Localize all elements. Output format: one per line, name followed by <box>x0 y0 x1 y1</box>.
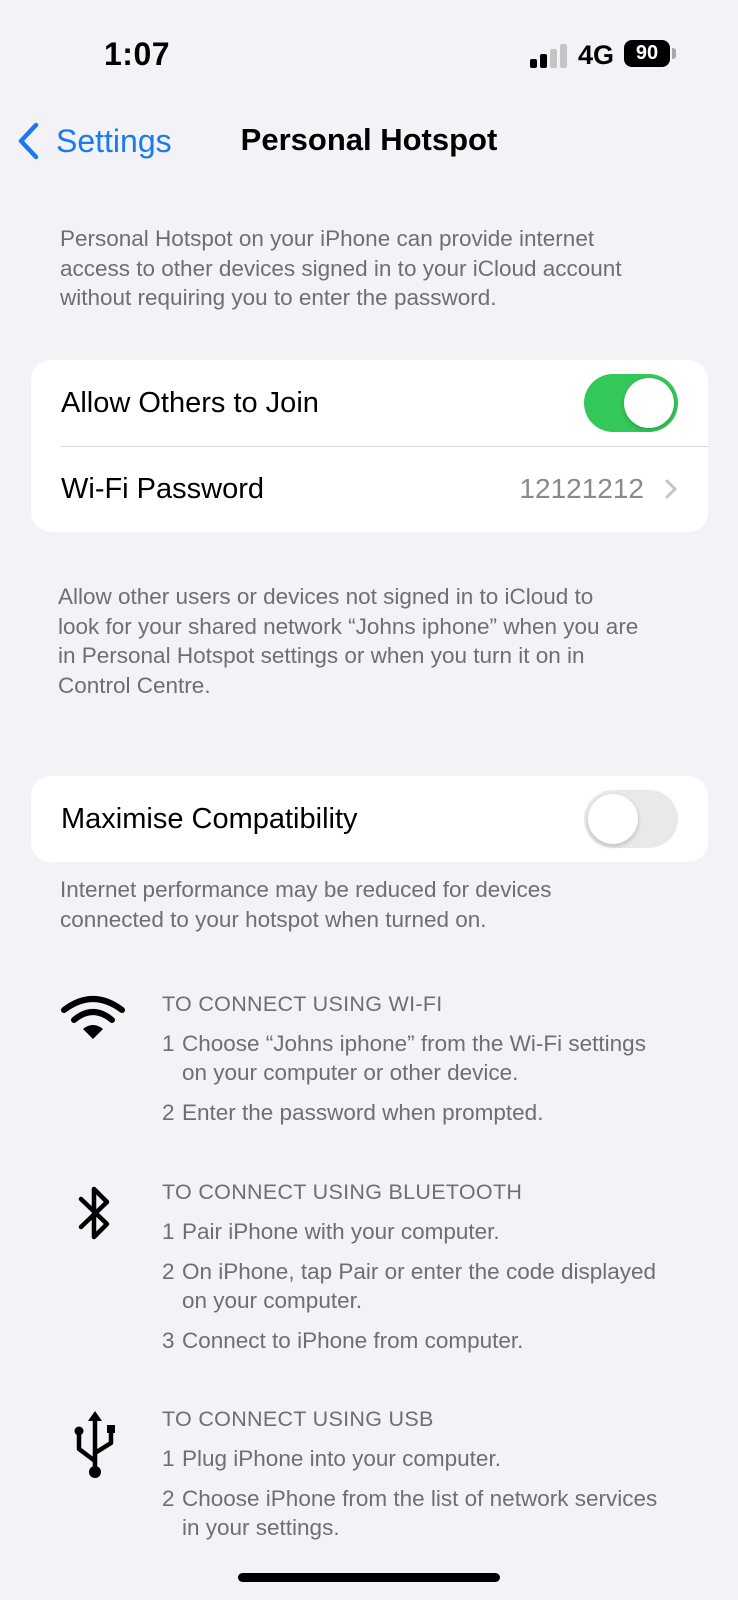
maximise-compatibility-row: Maximise Compatibility <box>31 776 708 862</box>
compatibility-group: Maximise Compatibility <box>31 776 708 862</box>
maximise-compatibility-toggle[interactable] <box>584 790 678 848</box>
list-item: 2 On iPhone, tap Pair or enter the code … <box>162 1257 656 1315</box>
connect-usb-instructions: TO CONNECT USING USB 1 Plug iPhone into … <box>162 1405 657 1542</box>
hotspot-settings-group: Allow Others to Join Wi-Fi Password 1212… <box>31 360 708 532</box>
wifi-password-value: 12121212 <box>519 473 644 504</box>
page-title: Personal Hotspot <box>0 122 738 158</box>
compat-note-line: Internet performance may be reduced for … <box>60 877 552 902</box>
list-item: 2 Enter the password when prompted. <box>162 1098 646 1127</box>
network-type: 4G <box>578 40 615 70</box>
allow-note-line: look for your shared network “Johns ipho… <box>58 613 639 639</box>
status-bar: 1:07 4G 90 <box>0 0 738 110</box>
step-text: Choose “Johns iphone” from the Wi-Fi set… <box>182 1031 646 1085</box>
allow-others-note: Allow other users or devices not signed … <box>58 582 638 700</box>
maximise-compatibility-label: Maximise Compatibility <box>61 802 358 835</box>
bluetooth-icon <box>78 1186 110 1240</box>
wifi-icon <box>61 996 125 1039</box>
allow-note-line: in Personal Hotspot settings or when you… <box>58 643 585 668</box>
step-text: Pair iPhone with your computer. <box>182 1219 500 1244</box>
step-number: 2 <box>162 1100 175 1125</box>
compatibility-note: Internet performance may be reduced for … <box>60 875 552 934</box>
step-number: 1 <box>162 1219 175 1244</box>
compat-note-line: connected to your hotspot when turned on… <box>60 906 487 932</box>
allow-note-line: Control Centre. <box>58 672 211 698</box>
allow-others-toggle[interactable] <box>584 374 678 432</box>
chevron-right-icon <box>665 479 677 499</box>
list-item: 1 Pair iPhone with your computer. <box>162 1217 656 1246</box>
usb-icon <box>74 1411 115 1478</box>
intro-note: Personal Hotspot on your iPhone can prov… <box>60 224 622 313</box>
toggle-knob <box>624 378 674 428</box>
connect-wifi-instructions: TO CONNECT USING WI-FI 1 Choose “Johns i… <box>162 990 646 1127</box>
list-item: 1 Choose “Johns iphone” from the Wi-Fi s… <box>162 1029 646 1087</box>
step-text: Choose iPhone from the list of network s… <box>182 1486 658 1540</box>
step-text: On iPhone, tap Pair or enter the code di… <box>182 1259 657 1313</box>
intro-note-line: access to other devices signed in to you… <box>60 255 622 281</box>
page-title-text: Personal Hotspot <box>240 122 498 157</box>
cellular-signal-icon <box>530 44 570 68</box>
home-indicator[interactable] <box>238 1573 500 1582</box>
list-item: 2 Choose iPhone from the list of network… <box>162 1484 657 1542</box>
step-number: 2 <box>162 1486 175 1511</box>
intro-note-line: Personal Hotspot on your iPhone can prov… <box>60 226 595 251</box>
toggle-knob <box>588 794 638 844</box>
step-number: 1 <box>162 1031 175 1056</box>
step-text: Connect to iPhone from computer. <box>182 1328 524 1353</box>
intro-note-line: without requiring you to enter the passw… <box>60 285 497 310</box>
battery-cap <box>672 48 676 59</box>
section-heading: TO CONNECT USING USB <box>162 1407 434 1431</box>
battery-level: 90 <box>635 42 659 64</box>
step-number: 3 <box>162 1328 175 1353</box>
status-time: 1:07 <box>104 36 171 72</box>
step-number: 1 <box>162 1446 175 1471</box>
step-number: 2 <box>162 1259 175 1284</box>
list-item: 3 Connect to iPhone from computer. <box>162 1326 656 1355</box>
wifi-password-label: Wi-Fi Password <box>61 472 265 505</box>
section-heading: TO CONNECT USING BLUETOOTH <box>162 1180 523 1204</box>
connect-bluetooth-instructions: TO CONNECT USING BLUETOOTH 1 Pair iPhone… <box>162 1178 656 1355</box>
wifi-password-row[interactable]: Wi-Fi Password 12121212 <box>31 446 708 532</box>
step-text: Plug iPhone into your computer. <box>182 1446 501 1471</box>
battery-icon: 90 <box>624 40 670 67</box>
list-item: 1 Plug iPhone into your computer. <box>162 1444 657 1473</box>
allow-others-row: Allow Others to Join <box>31 360 708 446</box>
section-heading: TO CONNECT USING WI-FI <box>162 992 443 1016</box>
step-text: Enter the password when prompted. <box>182 1100 544 1125</box>
allow-note-line: Allow other users or devices not signed … <box>58 584 594 609</box>
allow-others-label: Allow Others to Join <box>61 386 319 419</box>
